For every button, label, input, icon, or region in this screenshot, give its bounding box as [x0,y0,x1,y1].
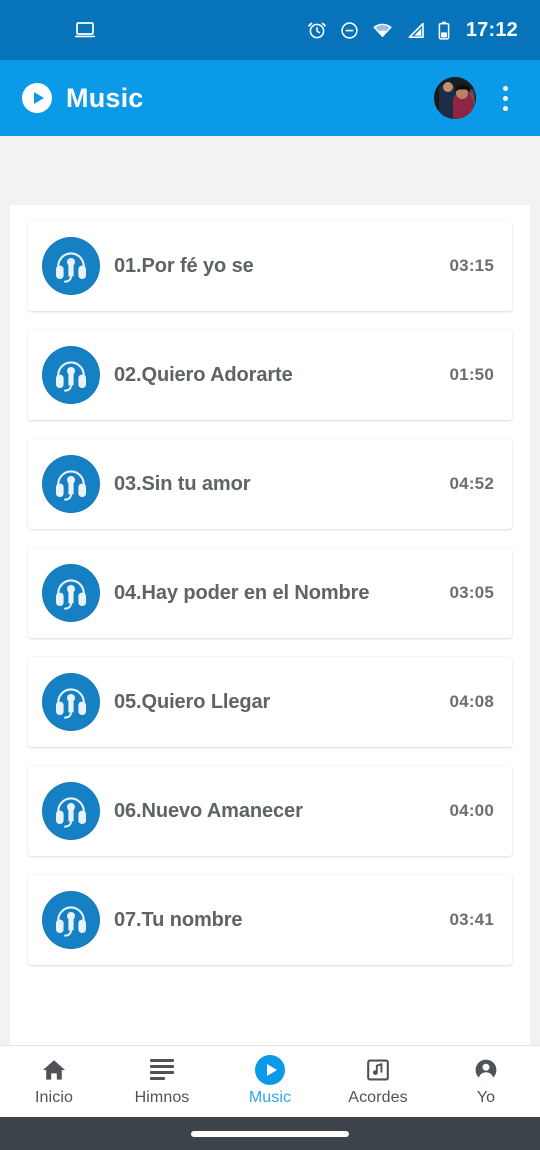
headphones-icon [56,906,86,937]
track-title: 05.Quiero Llegar [114,690,271,713]
track-duration: 01:50 [449,365,494,384]
nav-item-acordes[interactable]: Acordes [324,1046,432,1118]
headphones-icon [42,346,100,404]
avatar[interactable] [434,77,476,119]
cell-signal-icon [406,22,425,39]
battery-icon [438,21,450,40]
play-circle-icon [255,1054,285,1085]
status-bar-clock: 17:12 [465,18,518,41]
content-gap [0,136,540,205]
nav-item-music[interactable]: Music [216,1046,324,1118]
status-bar-right-icons: 17:12 [307,19,518,42]
list-lines-icon [150,1057,174,1083]
track-title: 01.Por fé yo se [114,254,254,277]
account-circle-icon [473,1057,499,1083]
nav-item-label: Himnos [134,1088,190,1106]
track-duration: 03:05 [449,583,494,602]
nav-item-label: Music [248,1088,292,1106]
track-duration: 04:52 [449,474,494,493]
headphones-icon [42,237,100,295]
track-list-item[interactable]: 03.Sin tu amor 04:52 [28,439,512,529]
more-vertical-icon[interactable] [490,77,520,119]
headphones-icon [56,797,86,828]
track-list-item[interactable]: 07.Tu nombre 03:41 [28,875,512,965]
track-list-item[interactable]: 04.Hay poder en el Nombre 03:05 [28,548,512,638]
nav-item-label: Yo [476,1088,496,1106]
status-bar: 17:12 [0,0,540,60]
headphones-icon [42,673,100,731]
track-list-item[interactable]: 05.Quiero Llegar 04:08 [28,657,512,747]
status-bar-left-icons [74,21,96,39]
system-navigation-bar [0,1117,540,1150]
track-title: 07.Tu nombre [114,908,243,931]
track-duration: 03:41 [449,910,494,929]
phone-screen: 17:12 Music 01.Por fé yo se 03:15 02.Qui… [0,0,540,1150]
wifi-icon [372,22,393,39]
headphones-icon [42,782,100,840]
laptop-screen-icon [74,21,96,39]
headphones-icon [42,564,100,622]
track-title: 04.Hay poder en el Nombre [114,581,370,604]
headphones-icon [42,891,100,949]
track-list-item[interactable]: 02.Quiero Adorarte 01:50 [28,330,512,420]
headphones-icon [42,455,100,513]
nav-item-himnos[interactable]: Himnos [108,1046,216,1118]
track-title: 06.Nuevo Amanecer [114,799,303,822]
do-not-disturb-icon [340,21,359,40]
track-duration: 04:08 [449,692,494,711]
track-list-item[interactable]: 06.Nuevo Amanecer 04:00 [28,766,512,856]
nav-item-label: Inicio [35,1088,73,1106]
home-icon [41,1057,67,1083]
page-title: Music [66,82,144,113]
nav-item-yo[interactable]: Yo [432,1046,540,1118]
track-title: 03.Sin tu amor [114,472,251,495]
track-list: 01.Por fé yo se 03:15 02.Quiero Adorarte 0… [10,221,530,965]
app-bar-brand: Music [22,83,144,114]
headphones-icon [56,470,86,501]
nav-item-inicio[interactable]: Inicio [0,1046,108,1118]
track-list-item[interactable]: 01.Por fé yo se 03:15 [28,221,512,311]
track-list-container[interactable]: 01.Por fé yo se 03:15 02.Quiero Adorarte 0… [10,205,530,1045]
track-duration: 03:15 [449,256,494,275]
track-duration: 04:00 [449,801,494,820]
headphones-icon [56,688,86,719]
nav-item-label: Acordes [348,1088,408,1106]
music-note-box-icon [365,1057,391,1083]
track-title: 02.Quiero Adorarte [114,363,293,386]
play-circle-icon [22,83,52,113]
headphones-icon [56,579,86,610]
home-gesture-pill[interactable] [191,1130,349,1137]
headphones-icon [56,252,86,283]
app-bar: Music [0,60,540,136]
headphones-icon [56,361,86,392]
bottom-navigation: Inicio Himnos Music Acordes Yo [0,1045,540,1117]
alarm-clock-icon [307,20,327,40]
